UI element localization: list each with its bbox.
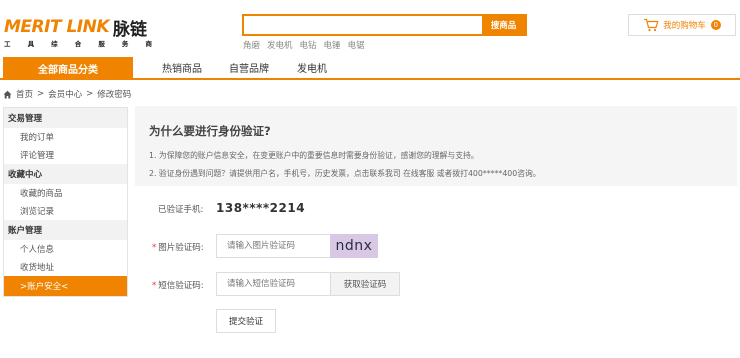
- sms-code-label-text: 短信验证码:: [158, 281, 204, 291]
- search-button[interactable]: 搜商品: [482, 16, 525, 34]
- logo-tagline-char: 合: [74, 40, 82, 48]
- search-input[interactable]: [244, 16, 482, 34]
- cart-count-badge: 0: [710, 20, 721, 30]
- logo-tagline-char: 具: [27, 40, 35, 48]
- sidebar-item-profile[interactable]: 个人信息: [4, 240, 127, 258]
- info-line-2: 2. 验证身份遇到问题？请提供用户名，手机号，历史发票，点击联系我司 在线客服 …: [149, 169, 541, 178]
- sms-code-label: * 短信验证码:: [152, 279, 204, 291]
- hot-word-link[interactable]: 电钻: [300, 39, 317, 51]
- sidebar-item-reviews[interactable]: 评论管理: [4, 146, 127, 164]
- hot-word-link[interactable]: 角磨: [243, 39, 260, 51]
- image-code-label-text: 图片验证码:: [158, 243, 204, 253]
- verified-phone-value: 138****2214: [216, 201, 306, 215]
- sidebar-group-title: 账户管理: [4, 220, 127, 240]
- verification-info-panel: 为什么要进行身份验证? 1. 为保障您的账户信息安全，在变更账户中的重要信息时需…: [135, 106, 737, 186]
- sidebar-item-address[interactable]: 收货地址: [4, 258, 127, 276]
- sidebar-item-favorites[interactable]: 收藏的商品: [4, 184, 127, 202]
- cart-icon: [643, 18, 659, 32]
- breadcrumb-home[interactable]: 首页: [16, 88, 33, 100]
- sidebar-group-title: 收藏中心: [4, 164, 127, 184]
- info-title: 为什么要进行身份验证?: [149, 124, 271, 138]
- sms-code-input[interactable]: [216, 272, 331, 296]
- logo-english: MERIT LINK: [4, 17, 110, 37]
- breadcrumb-separator: >: [37, 89, 45, 99]
- captcha-image[interactable]: ndnx: [330, 234, 378, 258]
- required-mark: *: [152, 243, 157, 253]
- logo-tagline-char: 务: [121, 40, 129, 48]
- hot-search-words: 角磨 发电机 电钻 电锤 电锯: [243, 39, 365, 51]
- breadcrumb-separator: >: [86, 89, 94, 99]
- phone-label: 已验证手机:: [158, 205, 204, 215]
- site-logo[interactable]: MERIT LINK 脉链 工 具 综 合 服 务 商: [4, 16, 154, 50]
- main-nav: 全部商品分类 热销商品 自营品牌 发电机: [0, 57, 740, 80]
- logo-tagline-char: 工: [4, 40, 11, 48]
- hot-word-link[interactable]: 发电机: [267, 39, 293, 51]
- logo-tagline-char: 服: [98, 40, 105, 48]
- breadcrumb-member-center[interactable]: 会员中心: [48, 88, 82, 100]
- logo-tagline: 工 具 综 合 服 务 商: [4, 38, 152, 48]
- hot-word-link[interactable]: 电锯: [348, 39, 365, 51]
- cart-button[interactable]: 我的购物车 0: [628, 14, 736, 36]
- get-sms-code-button[interactable]: 获取验证码: [330, 272, 400, 296]
- nav-item-own-brand[interactable]: 自营品牌: [229, 57, 269, 78]
- home-icon: [3, 90, 12, 99]
- info-line-1: 1. 为保障您的账户信息安全，在变更账户中的重要信息时需要身份验证，感谢您的理解…: [149, 151, 479, 160]
- logo-main: MERIT LINK 脉链: [4, 16, 148, 40]
- breadcrumb: 首页 > 会员中心 > 修改密码: [3, 87, 131, 101]
- sidebar-item-history[interactable]: 浏览记录: [4, 202, 127, 220]
- search-bar: 搜商品: [242, 14, 527, 36]
- nav-item-generators[interactable]: 发电机: [297, 57, 327, 78]
- breadcrumb-current: 修改密码: [97, 90, 132, 100]
- image-code-label: * 图片验证码:: [152, 241, 204, 253]
- submit-verification-button[interactable]: 提交验证: [216, 309, 276, 333]
- logo-tagline-char: 商: [145, 40, 152, 48]
- member-sidebar: 交易管理 我的订单 评论管理 收藏中心 收藏的商品 浏览记录 账户管理 个人信息…: [3, 107, 128, 297]
- hot-word-link[interactable]: 电锤: [324, 39, 341, 51]
- sidebar-group-title: 交易管理: [4, 108, 127, 128]
- sidebar-item-account-security[interactable]: >账户安全<: [4, 276, 127, 296]
- nav-item-hot-products[interactable]: 热销商品: [162, 57, 202, 78]
- cart-label: 我的购物车: [663, 21, 706, 31]
- required-mark: *: [152, 281, 157, 291]
- image-code-input[interactable]: [216, 234, 331, 258]
- sidebar-item-my-orders[interactable]: 我的订单: [4, 128, 127, 146]
- all-categories-button[interactable]: 全部商品分类: [3, 57, 133, 80]
- logo-tagline-char: 综: [51, 40, 58, 48]
- logo-chinese: 脉链: [113, 19, 148, 40]
